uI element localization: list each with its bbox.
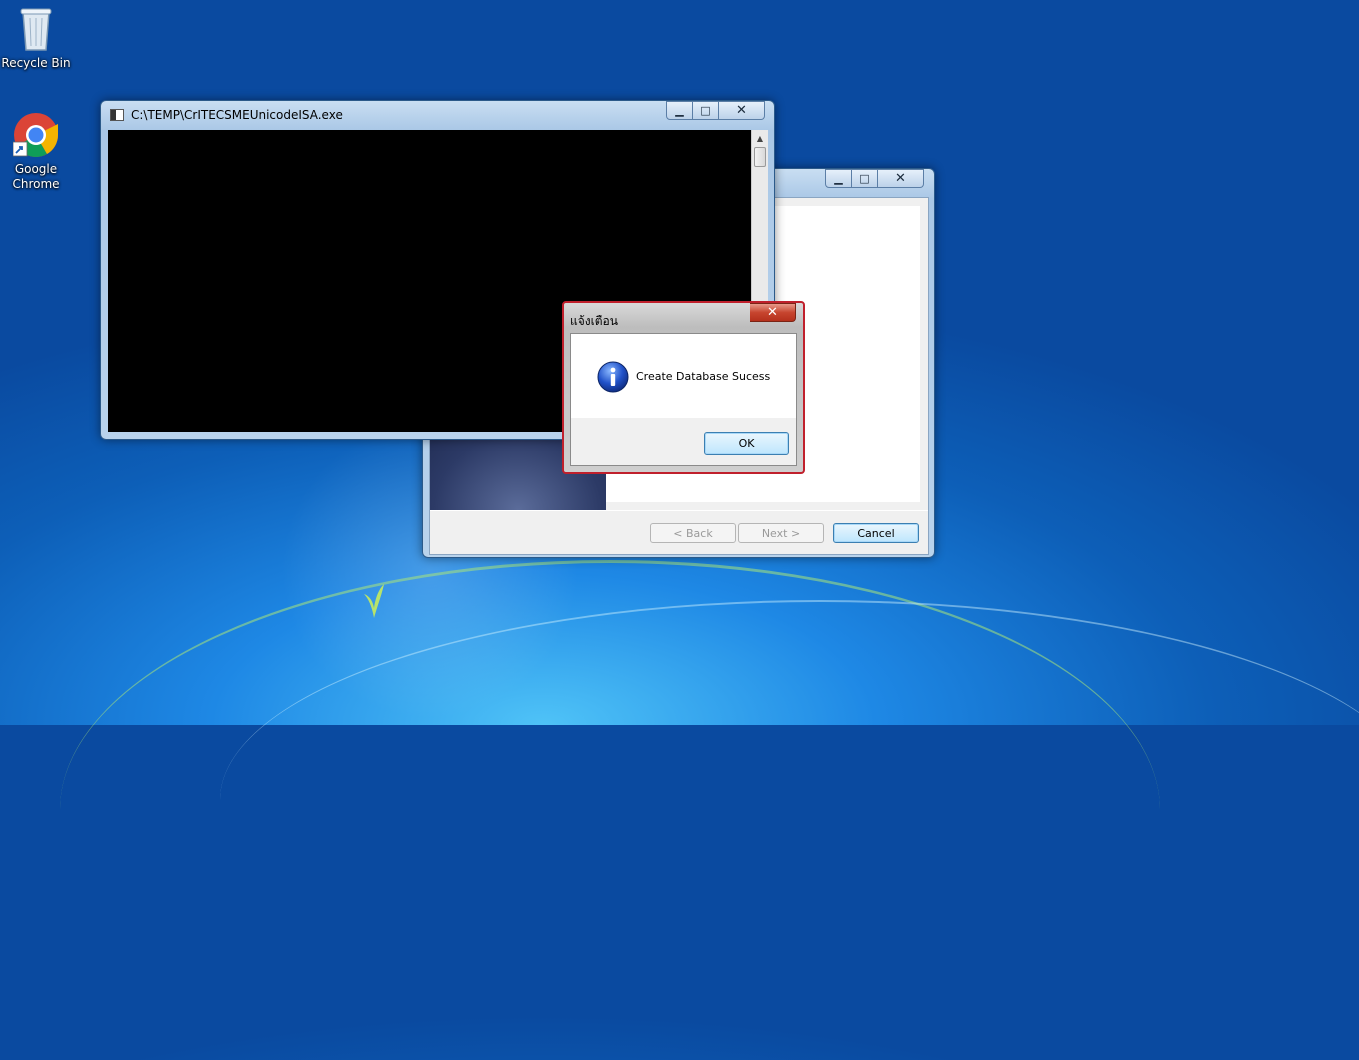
desktop-icon-label: Recycle Bin <box>1 56 71 70</box>
close-icon: ✕ <box>895 171 906 186</box>
wallpaper-swoosh <box>60 560 1160 1060</box>
message-box-dialog: แจ้งเตือน ✕ Create Database Sucess OK <box>562 301 805 474</box>
message-text: Create Database Sucess <box>636 370 771 383</box>
console-maximize-button[interactable]: □ <box>693 101 719 120</box>
console-minimize-button[interactable]: ▁ <box>666 101 693 120</box>
chrome-icon <box>13 113 58 157</box>
message-box-frame: แจ้งเตือน ✕ Create Database Sucess OK <box>564 303 803 472</box>
console-titlebar[interactable]: C:\TEMP\CrITECSMEUnicodeISA.exe ▁ □ ✕ <box>101 101 774 129</box>
wizard-minimize-button[interactable]: ▁ <box>825 169 852 188</box>
wizard-close-button[interactable]: ✕ <box>878 169 924 188</box>
console-title: C:\TEMP\CrITECSMEUnicodeISA.exe <box>131 108 343 122</box>
maximize-icon: □ <box>859 172 870 185</box>
wizard-maximize-button[interactable]: □ <box>852 169 878 188</box>
close-icon: ✕ <box>767 305 778 320</box>
desktop-icon-recycle-bin[interactable]: Recycle Bin <box>0 6 72 71</box>
minimize-icon: ▁ <box>834 172 843 185</box>
message-box-body: Create Database Sucess OK <box>570 333 797 466</box>
console-window-controls: ▁ □ ✕ <box>666 101 765 120</box>
message-box-close-button[interactable]: ✕ <box>750 303 796 322</box>
desktop-icon-google-chrome[interactable]: Google Chrome <box>0 112 72 192</box>
console-app-icon <box>110 109 124 121</box>
scroll-up-arrow-icon[interactable]: ▲ <box>752 130 768 146</box>
minimize-icon: ▁ <box>675 104 684 117</box>
scrollbar-thumb[interactable] <box>754 147 766 167</box>
message-box-title: แจ้งเตือน <box>570 314 618 328</box>
next-button[interactable]: Next > <box>738 523 824 543</box>
message-box-controls: ✕ <box>750 303 796 322</box>
info-icon <box>597 361 629 393</box>
ok-button[interactable]: OK <box>704 432 789 455</box>
close-icon: ✕ <box>736 103 747 118</box>
recycle-bin-icon <box>20 8 52 51</box>
desktop-icon-label: Google Chrome <box>12 162 60 191</box>
maximize-icon: □ <box>700 104 711 117</box>
wallpaper-swoosh-light <box>220 600 1359 1000</box>
console-close-button[interactable]: ✕ <box>719 101 765 120</box>
wizard-window-controls: ▁ □ ✕ <box>825 169 924 188</box>
wizard-separator <box>430 510 928 511</box>
message-box-message-area: Create Database Sucess <box>571 334 796 418</box>
back-button[interactable]: < Back <box>650 523 736 543</box>
cancel-button[interactable]: Cancel <box>833 523 919 543</box>
windows-leaf-logo <box>364 584 384 618</box>
